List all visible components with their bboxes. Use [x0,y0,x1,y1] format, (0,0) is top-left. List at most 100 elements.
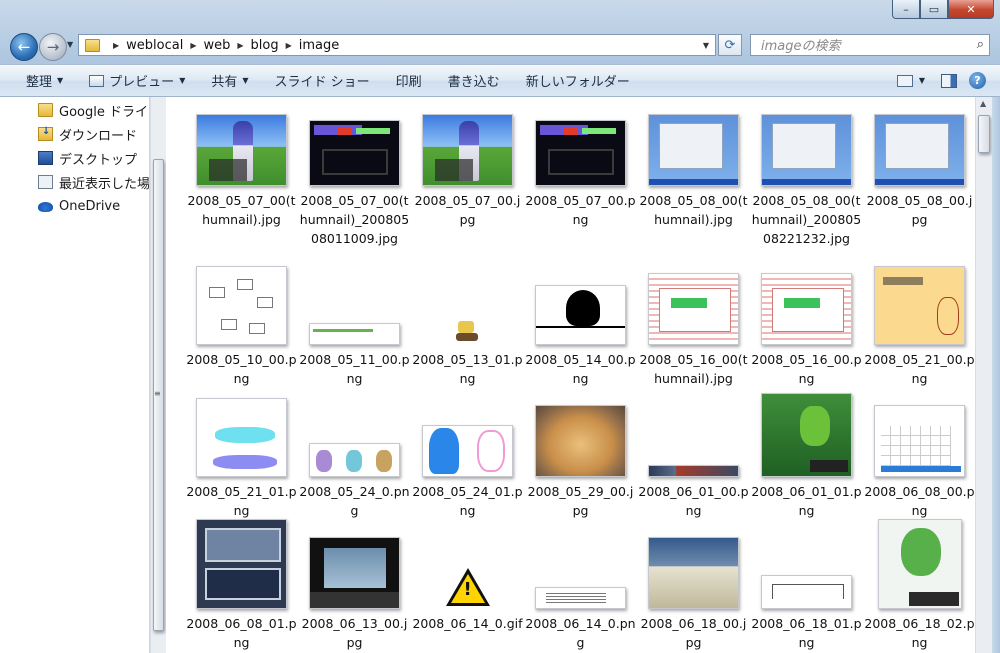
file-thumbnail [648,537,739,609]
file-thumbnail [196,519,287,609]
file-thumbnail [196,114,287,186]
folder-icon [38,103,53,117]
scroll-up-icon[interactable]: ▲ [980,99,986,108]
file-name: 2008_05_08_00.jpg [866,193,973,227]
file-name: 2008_05_10_00.png [186,352,297,386]
scrollbar-thumb[interactable] [978,115,990,153]
chevron-right-icon[interactable]: ▶ [113,41,119,50]
onedrive-icon [38,202,53,212]
search-icon[interactable]: ⌕ [977,37,984,52]
file-name: 2008_05_29_00.jpg [527,484,634,518]
file-name: 2008_05_07_00.png [525,193,636,227]
change-view-icon[interactable] [896,74,913,87]
nav-item-label: デスクトップ [59,152,138,168]
breadcrumb-weblocal[interactable]: weblocal [126,38,183,53]
file-name: 2008_06_14_0.gif [412,616,523,631]
file-list-scrollbar[interactable]: ▲ [975,97,992,653]
chevron-down-icon: ▼ [242,76,249,85]
burn-button[interactable]: 書き込む [435,65,513,96]
maximize-button[interactable]: ▭ [920,0,948,19]
file-name: 2008_05_07_00.jpg [414,193,521,227]
file-thumbnail [874,405,965,477]
file-thumbnail [535,405,626,477]
file-name: 2008_05_13_01.png [412,352,523,386]
slideshow-button[interactable]: スライド ショー [262,65,383,96]
file-thumbnail [196,266,287,345]
close-button[interactable]: ✕ [948,0,994,19]
nav-item-desktop[interactable]: デスクトップ [0,146,149,170]
file-name: 2008_05_16_00.png [751,352,862,386]
download-icon [38,126,53,141]
preview-icon [89,74,105,87]
file-name: 2008_05_11_00.png [299,352,410,386]
file-thumbnail [309,120,400,186]
file-thumbnail [648,465,739,477]
chevron-right-icon[interactable]: ▶ [190,41,196,50]
minimize-button[interactable]: – [892,0,920,19]
nav-item-downloads[interactable]: ダウンロード [0,122,149,146]
file-thumbnail [761,393,852,477]
breadcrumb-web[interactable]: web [204,38,231,53]
file-thumbnail [309,323,400,345]
file-name: 2008_05_07_00(thumnail)_20080508011009.j… [299,193,410,246]
arrow-left-icon: ← [17,38,31,56]
nav-item-label: 最近表示した場所 [59,176,150,192]
nav-item-label: Google ドライブ [59,104,149,120]
file-thumbnail [874,266,965,345]
back-button[interactable]: ← [10,33,38,61]
help-icon[interactable]: ? [969,72,986,89]
print-button[interactable]: 印刷 [383,65,435,96]
preview-pane-icon[interactable] [941,73,957,88]
search-box[interactable]: ⌕ [750,34,990,56]
file-name: 2008_06_13_00.jpg [301,616,408,650]
organize-menu[interactable]: 整理 ▼ [0,65,76,96]
search-input[interactable] [759,38,963,55]
file-thumbnail [648,273,739,345]
new-folder-button[interactable]: 新しいフォルダー [513,65,643,96]
view-options-dropdown[interactable]: ▼ [919,76,925,85]
grip-icon: ≡ [154,389,161,398]
nav-item-label: OneDrive [59,198,121,214]
address-bar[interactable]: ▶ weblocal ▶ web ▶ blog ▶ image ▼ [78,34,716,56]
file-name: 2008_05_21_00.png [864,352,975,386]
file-name: 2008_05_21_01.png [186,484,297,518]
file-thumbnail [422,425,513,477]
breadcrumb-image[interactable]: image [299,38,340,53]
nav-item-recent-places[interactable]: 最近表示した場所 [0,170,149,194]
refresh-button[interactable]: ⟳ [718,34,742,56]
share-label: 共有 [211,75,238,90]
file-list: 2008_05_07_00(thumnail).jpg 2008_05_07_0… [166,97,975,653]
share-menu[interactable]: 共有 ▼ [198,65,261,96]
preview-label: プレビュー [109,75,175,90]
chevron-right-icon[interactable]: ▶ [286,41,292,50]
nav-pane-scrollbar[interactable]: ≡ [150,97,166,653]
refresh-icon: ⟳ [724,37,736,53]
file-thumbnail [874,114,965,186]
file-thumbnail [535,285,626,345]
file-thumbnail [309,537,400,609]
nav-item-google-drive[interactable]: Google ドライブ [0,98,149,122]
desktop-icon [38,151,53,165]
file-thumbnail [761,114,852,186]
file-name: 2008_05_24_01.png [412,484,523,518]
file-name: 2008_06_01_01.png [751,484,862,518]
nav-item-onedrive[interactable]: OneDrive [0,194,149,218]
file-name: 2008_06_18_01.png [751,616,862,650]
preview-menu[interactable]: プレビュー ▼ [76,65,198,96]
warning-icon: ! [443,565,492,609]
file-thumbnail [309,443,400,477]
recent-places-icon [38,175,53,189]
chevron-down-icon: ▼ [179,76,186,85]
address-dropdown[interactable]: ▼ [703,41,709,50]
file-name: 2008_05_08_00(thumnail).jpg [639,193,748,227]
forward-button[interactable]: → [39,33,67,61]
window-frame [992,97,1000,653]
recent-pages-dropdown[interactable]: ▼ [67,40,73,49]
chevron-right-icon[interactable]: ▶ [237,41,243,50]
file-name: 2008_05_07_00(thumnail).jpg [187,193,296,227]
chevron-down-icon: ▼ [57,76,64,85]
breadcrumb-blog[interactable]: blog [251,38,279,53]
command-bar: 整理 ▼ プレビュー ▼ 共有 ▼ スライド ショー 印刷 書き込む 新しいフォルダー… [0,64,1000,97]
file-name: 2008_05_24_0.png [299,484,410,518]
file-name: 2008_06_08_01.png [186,616,297,650]
